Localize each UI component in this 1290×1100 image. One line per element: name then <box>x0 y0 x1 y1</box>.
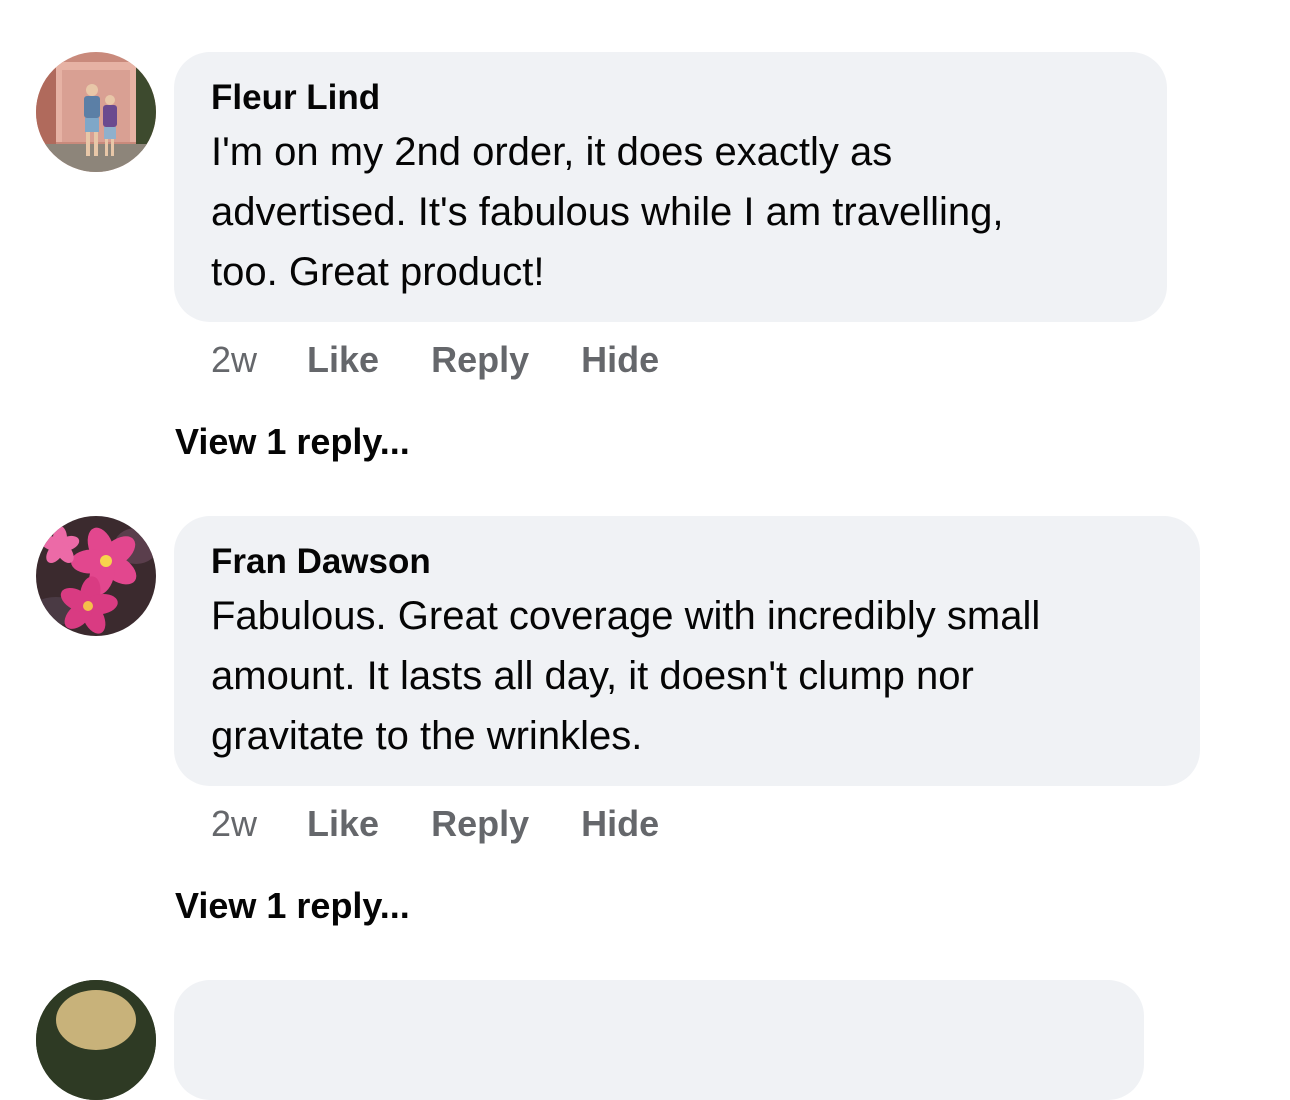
pink-flower-avatar-icon <box>36 516 156 636</box>
comment-actions: 2w Like Reply Hide <box>211 802 711 846</box>
avatar[interactable] <box>36 52 156 172</box>
comment-timestamp[interactable]: 2w <box>211 803 257 845</box>
comment-text-line: gravitate to the wrinkles. <box>211 714 643 758</box>
comment-text-line: I'm on my 2nd order, it does exactly as <box>211 130 893 174</box>
hide-button[interactable]: Hide <box>581 803 659 845</box>
comment-text: Fabulous. Great coverage with incredibly… <box>211 586 1164 766</box>
comment-author[interactable]: Fran Dawson <box>211 540 1164 584</box>
reply-button[interactable]: Reply <box>431 339 529 381</box>
like-button[interactable]: Like <box>307 339 379 381</box>
like-button[interactable]: Like <box>307 803 379 845</box>
next-comment-avatar[interactable] <box>36 980 156 1100</box>
comment-text-line: advertised. It's fabulous while I am tra… <box>211 190 1004 234</box>
next-comment-bubble[interactable] <box>174 980 1144 1100</box>
avatar[interactable] <box>36 516 156 636</box>
person-avatar-icon <box>36 980 156 1100</box>
comment-author[interactable]: Fleur Lind <box>211 76 1131 120</box>
comment-bubble[interactable]: Fran Dawson Fabulous. Great coverage wit… <box>174 516 1200 786</box>
comment-bubble[interactable]: Fleur Lind I'm on my 2nd order, it does … <box>174 52 1167 322</box>
comment-text-line: amount. It lasts all day, it doesn't clu… <box>211 654 974 698</box>
comment-timestamp[interactable]: 2w <box>211 339 257 381</box>
couple-photo-avatar-icon <box>36 52 156 172</box>
reply-button[interactable]: Reply <box>431 803 529 845</box>
comment-text: I'm on my 2nd order, it does exactly as … <box>211 122 1131 302</box>
comment-text-line: Fabulous. Great coverage with incredibly… <box>211 594 1041 638</box>
view-replies-link[interactable]: View 1 reply... <box>175 421 410 463</box>
view-replies-link[interactable]: View 1 reply... <box>175 885 410 927</box>
comment-text-line: too. Great product! <box>211 250 545 294</box>
hide-button[interactable]: Hide <box>581 339 659 381</box>
comment-actions: 2w Like Reply Hide <box>211 338 711 382</box>
